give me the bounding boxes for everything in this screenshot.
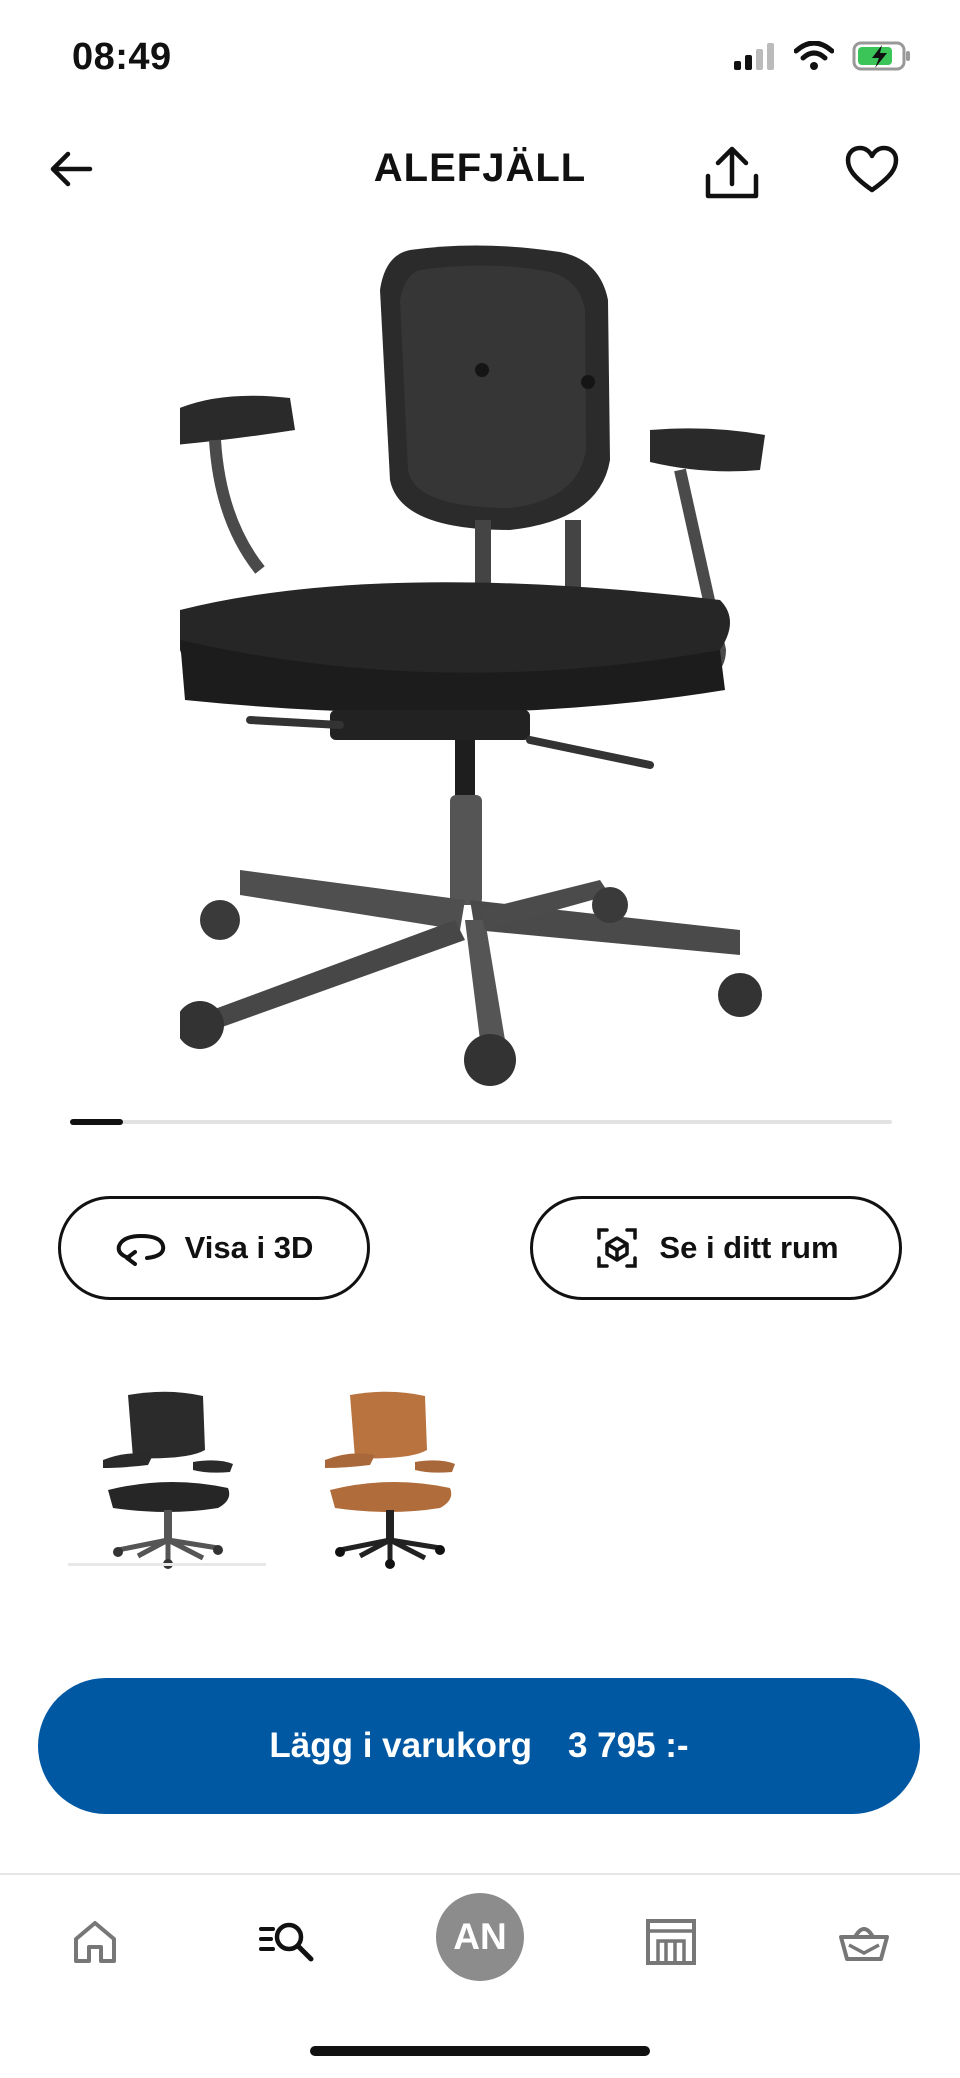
favorite-button[interactable] [842,140,902,200]
view-in-room-label: Se i ditt rum [659,1230,839,1265]
store-icon [646,1919,696,1965]
view-3d-button[interactable]: Visa i 3D [58,1196,370,1300]
product-image[interactable] [180,230,780,1100]
variant-thumb-black[interactable] [68,1380,268,1580]
basket-icon [839,1927,889,1961]
gallery-progress-fill [70,1119,124,1125]
price: 3 795 :- [567,1726,689,1765]
gallery-progress [70,1119,892,1125]
signal-icon [734,43,774,70]
share-button[interactable] [700,142,764,206]
wifi-icon [794,41,834,70]
add-to-cart-label: Lägg i varukorg [269,1726,532,1765]
nav-store[interactable] [629,1900,713,1984]
selected-variant-indicator [68,1563,266,1566]
heart-icon [845,145,899,193]
home-indicator [310,2046,650,2056]
view-in-room-button[interactable]: Se i ditt rum [530,1196,902,1300]
home-icon [74,1921,116,1963]
view-3d-label: Visa i 3D [184,1230,314,1265]
nav-search[interactable] [245,1900,329,1984]
battery-charging-icon [852,41,910,71]
status-time: 08:49 [72,36,172,78]
nav-home[interactable] [53,1900,137,1984]
bottom-nav-divider [0,1873,960,1875]
share-icon [705,146,759,199]
page-title: ALEFJÄLL [373,146,587,190]
nav-basket[interactable] [822,1900,906,1984]
nav-profile-avatar[interactable]: AN [436,1893,524,1981]
status-icons [732,40,912,72]
search-icon [259,1922,314,1962]
variant-thumb-tan[interactable] [290,1380,490,1580]
rotate-3d-icon [116,1233,165,1266]
add-to-cart-button[interactable]: Lägg i varukorg 3 795 :- [38,1678,920,1814]
ar-cube-icon [597,1228,638,1268]
